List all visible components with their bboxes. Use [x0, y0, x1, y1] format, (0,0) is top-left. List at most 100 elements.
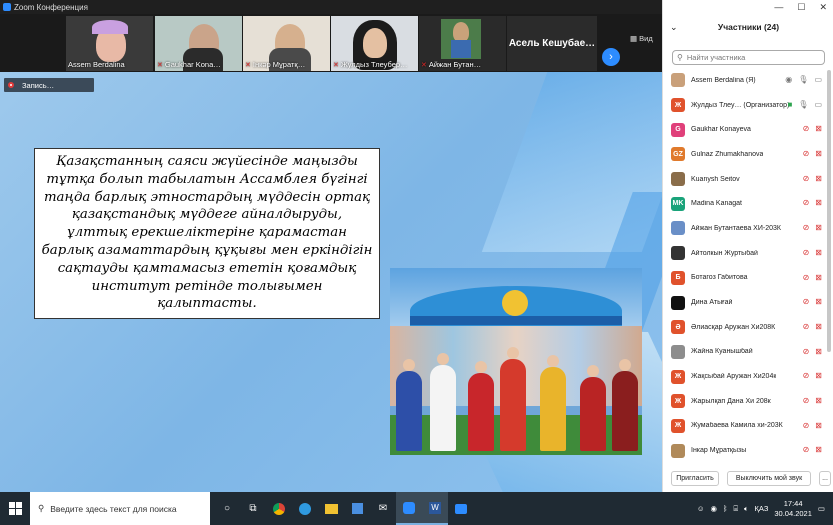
chrome-icon[interactable]: [266, 492, 292, 525]
participant-name: Kuanysh Seitov: [691, 175, 740, 183]
participant-name: Gulnaz Zhumakhanova: [691, 150, 764, 158]
video-icon[interactable]: ▭: [814, 75, 822, 84]
participant-status: ⊘ ⊠: [803, 149, 822, 158]
mic-icon[interactable]: 🎙︎: [798, 75, 808, 84]
video-tile[interactable]: ✕ Gaukhar Kona…: [155, 16, 242, 71]
tile-name: Gaukhar Kona…: [164, 60, 221, 69]
clock[interactable]: 17:44 30.04.2021: [774, 499, 812, 519]
scrollbar[interactable]: [827, 70, 831, 352]
participant-row[interactable]: Б Ботагоз Габитова ⊘ ⊠: [663, 266, 833, 291]
start-button[interactable]: [0, 492, 30, 525]
video-app-icon[interactable]: [448, 492, 474, 525]
more-button[interactable]: ...: [819, 470, 831, 486]
tile-name: Жулдыз Тлеубер…: [340, 60, 408, 69]
participant-row[interactable]: Kuanysh Seitov ⊘ ⊠: [663, 167, 833, 192]
user-icon[interactable]: ☺: [697, 504, 705, 513]
language-indicator[interactable]: ҚАЗ: [755, 504, 769, 513]
participant-row[interactable]: Ж Жулдыз Тлеу… (Организатор) ■ 🎙︎ ▭: [663, 93, 833, 118]
participant-row[interactable]: Айтолкын Журтыбай ⊘ ⊠: [663, 241, 833, 266]
tile-name: Інкәр Мұратқ…: [252, 60, 306, 69]
participant-row[interactable]: Ә Әлиасқар Аружан Хи208К ⊘ ⊠: [663, 315, 833, 340]
slide-text-box: Қазақстанның саяси жүйесінде маңызды тұт…: [34, 148, 380, 319]
zoom-tray-icon[interactable]: ◉: [710, 504, 717, 513]
mic-off-icon: ⊘: [802, 420, 810, 430]
participant-row[interactable]: Ж Жақсыбай Аружан Хи204к ⊘ ⊠: [663, 364, 833, 389]
window-controls: — ☐ ✕: [663, 0, 833, 14]
participant-name: Жайна Куанышбай: [691, 348, 753, 356]
store-icon[interactable]: [344, 492, 370, 525]
participants-title: Участники (24): [717, 22, 780, 32]
minimize-icon[interactable]: —: [774, 2, 783, 12]
video-off-icon: ⊠: [815, 198, 822, 208]
chevron-down-icon[interactable]: ⌄: [670, 22, 678, 33]
video-tile[interactable]: ✕ Інкәр Мұратқ…: [243, 16, 330, 71]
participant-row[interactable]: MK Madina Kanagat ⊘ ⊠: [663, 191, 833, 216]
video-off-icon: ⊠: [815, 395, 822, 405]
volume-icon[interactable]: 🔈︎: [744, 504, 749, 514]
taskbar-search-input[interactable]: ⚲ Введите здесь текст для поиска: [30, 492, 210, 525]
participant-name: Жулдыз Тлеу… (Организатор): [691, 101, 790, 109]
video-off-icon: ⊠: [815, 371, 822, 381]
bluetooth-icon[interactable]: ᛒ: [723, 504, 728, 513]
video-off-icon: ⊠: [815, 297, 822, 307]
video-tile[interactable]: ✕ Айжан Бутан…: [419, 16, 506, 71]
windows-icon: [8, 502, 22, 515]
video-off-icon: ⊠: [815, 173, 822, 183]
zoom-taskbar-icon[interactable]: [396, 492, 422, 525]
recording-indicator[interactable]: Запись…: [4, 78, 94, 92]
video-tile[interactable]: Assem Berdalina: [66, 16, 153, 71]
participant-search-input[interactable]: ⚲ Найти участника: [672, 50, 825, 65]
participant-row[interactable]: G Gaukhar Konayeva ⊘ ⊠: [663, 117, 833, 142]
participant-status: ⊘ ⊠: [803, 198, 822, 207]
participant-row[interactable]: GZ Gulnaz Zhumakhanova ⊘ ⊠: [663, 142, 833, 167]
view-button[interactable]: ▦ Вид: [630, 34, 653, 43]
video-icon: ▭: [814, 99, 822, 109]
video-tile-name-only[interactable]: Асель Кешубае…: [507, 16, 597, 71]
participant-status: ⊘ ⊠: [803, 223, 822, 232]
participant-row[interactable]: Ж Жарылқап Дана Хи 208к ⊘ ⊠: [663, 389, 833, 414]
video-off-icon: ⊠: [815, 223, 822, 233]
avatar: [671, 443, 685, 458]
mail-icon[interactable]: ✉: [370, 492, 396, 525]
mute-me-button[interactable]: Выключить мой звук: [727, 470, 811, 486]
video-tile[interactable]: ✕ Жулдыз Тлеубер…: [331, 16, 418, 71]
file-explorer-icon[interactable]: [318, 492, 344, 525]
tile-name: Assem Berdalina: [68, 60, 125, 69]
invite-button[interactable]: Пригласить: [671, 470, 719, 486]
avatar: MK: [671, 196, 685, 211]
maximize-icon[interactable]: ☐: [797, 2, 805, 13]
task-view-icon[interactable]: ⧉: [240, 492, 266, 525]
avatar: GZ: [671, 147, 685, 162]
word-icon[interactable]: W: [422, 492, 448, 525]
video-off-icon: ⊠: [815, 420, 822, 430]
participant-row[interactable]: Айжан Бутантаева ХИ-203К ⊘ ⊠: [663, 216, 833, 241]
video-off-icon: ⊠: [815, 321, 822, 331]
network-icon[interactable]: ⌸: [734, 504, 739, 514]
participant-status: ⊘ ⊠: [803, 371, 822, 380]
search-icon: ⚲: [38, 503, 45, 513]
record-icon: ◉: [785, 75, 793, 84]
zoom-window: Zoom Конференция Assem Berdalina ✕ Gaukha…: [0, 0, 833, 525]
cortana-icon[interactable]: ○: [214, 492, 240, 525]
avatar: [671, 246, 685, 261]
avatar: [671, 295, 685, 310]
avatar: Б: [671, 270, 685, 285]
participant-row[interactable]: Жайна Куанышбай ⊘ ⊠: [663, 340, 833, 365]
participant-row[interactable]: Ж Жумабаева Камила хи-203К ⊘ ⊠: [663, 414, 833, 439]
video-off-icon: ⊠: [815, 149, 822, 159]
system-tray: ☺ ◉ ᛒ ⌸ 🔈︎ ҚАЗ 17:44 30.04.2021 ▭: [697, 492, 833, 525]
next-page-button[interactable]: ›: [602, 48, 620, 66]
participant-row[interactable]: Дина Атығай ⊘ ⊠: [663, 290, 833, 315]
mic-off-icon: ⊘: [802, 223, 810, 233]
slide-text: Қазақстанның саяси жүйесінде маңызды тұт…: [41, 154, 373, 312]
edge-icon[interactable]: [292, 492, 318, 525]
avatar: [671, 172, 685, 187]
notification-icon[interactable]: ▭: [818, 504, 825, 513]
taskbar-apps: ○ ⧉ ✉ W: [214, 492, 474, 525]
mic-off-icon: ⊘: [802, 297, 810, 307]
mic-off-icon: ✕: [157, 62, 163, 69]
participant-row[interactable]: Assem Berdalina (Я) ◉ 🎙︎ ▭: [663, 68, 833, 93]
participant-status: ⊘ ⊠: [803, 445, 822, 454]
close-icon[interactable]: ✕: [819, 2, 827, 13]
participant-row[interactable]: Інкар Мұратқызы ⊘ ⊠: [663, 438, 833, 463]
